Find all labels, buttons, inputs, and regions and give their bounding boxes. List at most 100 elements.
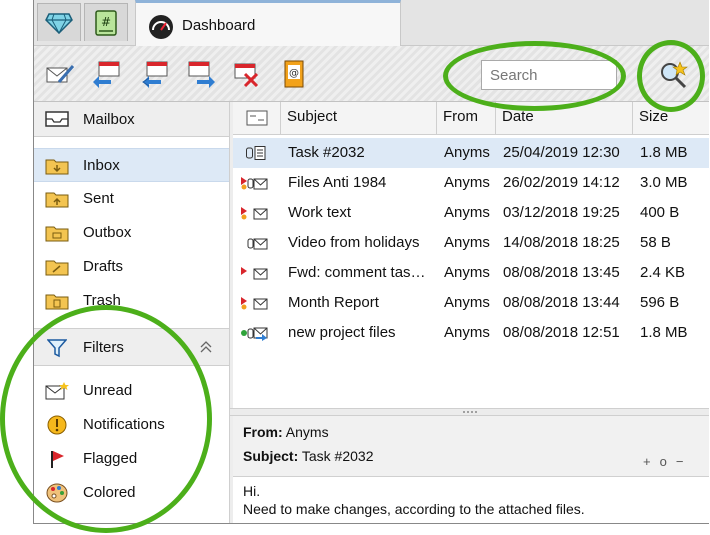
table-row[interactable]: Fwd: comment tas… Anyms 08/08/2018 13:45… <box>230 258 709 288</box>
search-highlight-ring <box>443 41 626 111</box>
list-header: Subject From Date Size <box>230 102 709 135</box>
tab-gem[interactable] <box>37 3 81 41</box>
row-date: 03/12/2018 19:25 <box>503 204 620 221</box>
row-subject: Task #2032 <box>288 144 365 161</box>
row-from: Anyms <box>444 174 490 191</box>
inbox-folder-icon <box>45 159 69 175</box>
folder-label: Inbox <box>83 157 120 174</box>
table-row[interactable]: Work text Anyms 03/12/2018 19:25 400 B <box>230 198 709 228</box>
tab-dashboard-label: Dashboard <box>182 17 256 34</box>
from-value: Anyms <box>285 424 329 440</box>
row-subject: Video from holidays <box>288 234 420 251</box>
column-header-type[interactable] <box>230 102 280 134</box>
body-line: Need to make changes, according to the a… <box>243 501 585 517</box>
row-from: Anyms <box>444 294 490 311</box>
message-list: Subject From Date Size Task #2032 Anyms … <box>230 102 709 408</box>
row-from: Anyms <box>444 204 490 221</box>
row-date: 08/08/2018 13:45 <box>503 264 620 281</box>
compose-icon[interactable] <box>45 60 75 88</box>
green-dot-forward-envelope-icon <box>241 327 268 341</box>
row-date: 14/08/2018 18:25 <box>503 234 620 251</box>
preview-body: Hi. Need to make changes, according to t… <box>233 477 709 524</box>
body-line: Hi. <box>243 483 261 499</box>
table-row[interactable]: Task #2032 Anyms 25/04/2019 12:30 1.8 MB <box>230 138 709 168</box>
filters-highlight-ring <box>0 305 212 533</box>
search-settings-highlight-ring <box>637 40 705 112</box>
attachment-note-icon <box>246 146 266 160</box>
row-date: 08/08/2018 13:44 <box>503 294 620 311</box>
table-row[interactable]: new project files Anyms 08/08/2018 12:51… <box>230 318 709 348</box>
sidebar-item-outbox[interactable]: Outbox <box>33 216 229 250</box>
preview-from-line: From: Anyms <box>243 424 329 440</box>
reply-icon[interactable] <box>93 60 123 88</box>
svg-text:@: @ <box>289 68 299 79</box>
zoom-in-button[interactable]: + <box>643 454 660 469</box>
row-from: Anyms <box>444 324 490 341</box>
column-header-subject[interactable]: Subject <box>280 102 436 134</box>
folder-label: Sent <box>83 190 114 207</box>
row-size: 1.8 MB <box>640 324 688 341</box>
mailbox-header[interactable]: Mailbox <box>33 102 229 137</box>
preview-header: From: Anyms Subject: Task #2032 +o− <box>233 416 709 477</box>
grip-dots-icon <box>463 411 477 413</box>
mailbox-icon <box>45 111 69 127</box>
row-date: 26/02/2019 14:12 <box>503 174 620 191</box>
from-label: From: <box>243 424 283 440</box>
table-row[interactable]: Files Anti 1984 Anyms 26/02/2019 14:12 3… <box>230 168 709 198</box>
table-row[interactable]: Video from holidays Anyms 14/08/2018 18:… <box>230 228 709 258</box>
delete-icon[interactable] <box>233 60 263 88</box>
flag-envelope-icon <box>241 297 268 310</box>
row-size: 3.0 MB <box>640 174 688 191</box>
row-subject: Files Anti 1984 <box>288 174 387 191</box>
row-subject: new project files <box>288 324 396 341</box>
calculator-icon: # <box>95 9 117 36</box>
row-from: Anyms <box>444 234 490 251</box>
outbox-folder-icon <box>45 226 69 242</box>
row-size: 596 B <box>640 294 680 311</box>
mailbox-label: Mailbox <box>83 111 135 128</box>
row-size: 400 B <box>640 204 680 221</box>
sidebar-item-sent[interactable]: Sent <box>33 182 229 216</box>
row-size: 1.8 MB <box>640 144 688 161</box>
row-from: Anyms <box>444 264 490 281</box>
row-date: 25/04/2019 12:30 <box>503 144 620 161</box>
gem-icon <box>45 12 73 34</box>
row-size: 58 B <box>640 234 671 251</box>
row-size: 2.4 KB <box>640 264 686 281</box>
row-subject: Month Report <box>288 294 379 311</box>
tab-bar: # Dashboard <box>33 0 709 46</box>
subject-value: Task #2032 <box>301 448 374 464</box>
reply-all-icon[interactable] <box>141 60 171 88</box>
collapse-chevron-icon[interactable] <box>199 339 213 355</box>
svg-text:#: # <box>101 15 111 29</box>
tab-calculator[interactable]: # <box>84 3 128 41</box>
flag-attachment-envelope-icon <box>241 177 268 190</box>
row-from: Anyms <box>444 144 490 161</box>
sent-folder-icon <box>45 192 69 208</box>
subject-label: Subject: <box>243 448 299 464</box>
row-subject: Fwd: comment tas… <box>288 264 426 281</box>
folder-label: Outbox <box>83 224 132 241</box>
flag-envelope-icon <box>241 207 268 220</box>
tab-dashboard[interactable]: Dashboard <box>135 0 401 46</box>
folder-label: Drafts <box>83 258 124 275</box>
zoom-out-button[interactable]: − <box>676 454 693 469</box>
preview-zoom-controls: +o− <box>643 454 692 469</box>
row-subject: Work text <box>288 204 352 221</box>
sidebar-item-drafts[interactable]: Drafts <box>33 250 229 284</box>
address-book-icon[interactable]: @ <box>279 60 309 88</box>
attachment-envelope-icon <box>247 238 268 250</box>
trash-folder-icon <box>45 294 69 310</box>
column-header-from[interactable]: From <box>436 102 495 134</box>
forward-icon[interactable] <box>187 60 217 88</box>
preview-subject-line: Subject: Task #2032 <box>243 448 373 464</box>
zoom-reset-button[interactable]: o <box>660 454 676 469</box>
table-row[interactable]: Month Report Anyms 08/08/2018 13:44 596 … <box>230 288 709 318</box>
message-type-icon <box>246 110 268 126</box>
row-date: 08/08/2018 12:51 <box>503 324 620 341</box>
speedometer-icon <box>149 15 173 39</box>
flag-envelope-icon <box>241 267 268 280</box>
preview-splitter[interactable] <box>230 408 709 416</box>
sidebar-item-inbox[interactable]: Inbox <box>33 148 229 182</box>
drafts-folder-icon <box>45 260 69 276</box>
